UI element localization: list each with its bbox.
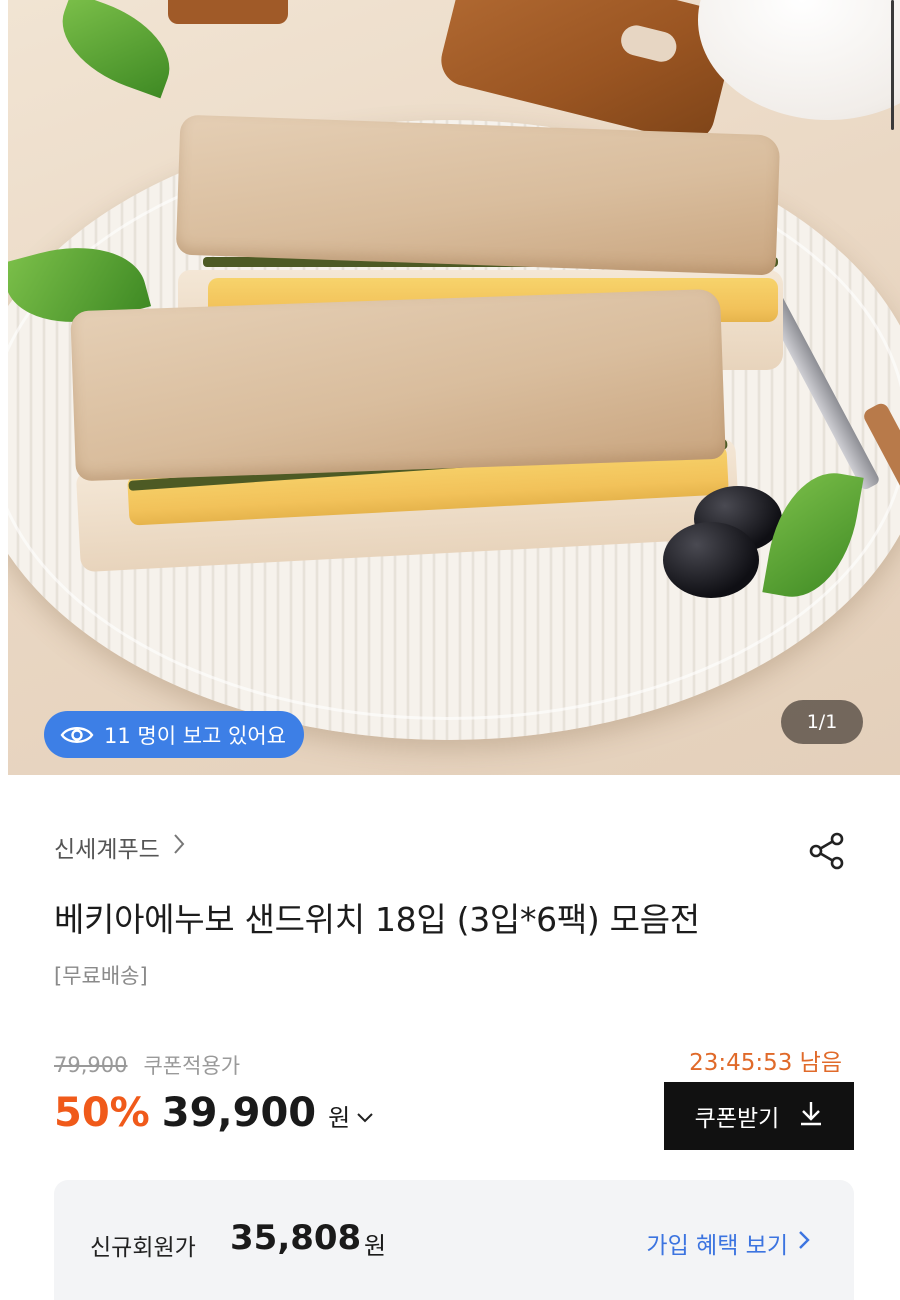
download-icon bbox=[799, 1100, 823, 1132]
share-icon bbox=[806, 832, 848, 876]
chevron-right-icon bbox=[172, 832, 186, 862]
product-image[interactable] bbox=[8, 0, 900, 775]
member-price: 35,808 bbox=[230, 1218, 362, 1258]
currency: 원 bbox=[328, 1104, 351, 1132]
countdown-timer: 23:45:53 남음 bbox=[689, 1050, 842, 1076]
member-price-currency: 원 bbox=[364, 1232, 387, 1260]
image-counter: 1/1 bbox=[781, 700, 863, 744]
original-price-row: 79,900 쿠폰적용가 bbox=[54, 1050, 240, 1080]
coupon-note: 쿠폰적용가 bbox=[143, 1054, 241, 1078]
sale-price: 39,900 bbox=[161, 1090, 317, 1136]
basil-leaf bbox=[47, 0, 185, 99]
viewers-badge: 11 명이 보고 있어요 bbox=[44, 711, 304, 758]
brand-link[interactable]: 신세계푸드 bbox=[54, 830, 186, 864]
eye-icon bbox=[60, 724, 94, 746]
scrollbar[interactable] bbox=[891, 0, 894, 130]
olive bbox=[663, 522, 759, 598]
wood-piece bbox=[168, 0, 288, 24]
original-price: 79,900 bbox=[54, 1053, 128, 1077]
share-button[interactable] bbox=[806, 830, 848, 872]
coupon-button-label: 쿠폰받기 bbox=[694, 1106, 780, 1132]
coupon-download-button[interactable]: 쿠폰받기 bbox=[664, 1082, 854, 1150]
viewers-text: 11 명이 보고 있어요 bbox=[104, 723, 286, 748]
new-member-price-box: 신규회원가 35,808 원 가입 혜택 보기 bbox=[54, 1180, 854, 1300]
product-title: 베키아에누보 샌드위치 18입 (3입*6팩) 모음전 bbox=[54, 900, 700, 939]
discount-rate: 50% bbox=[54, 1090, 150, 1136]
member-price-label: 신규회원가 bbox=[90, 1235, 196, 1261]
brand-name: 신세계푸드 bbox=[54, 837, 160, 863]
signup-benefit-link[interactable]: 가입 혜택 보기 bbox=[646, 1226, 810, 1260]
shipping-tag: [무료배송] bbox=[54, 964, 148, 988]
price-row: 50% 39,900 원 bbox=[54, 1090, 374, 1136]
bowl bbox=[698, 0, 900, 120]
price-detail-toggle[interactable]: 원 bbox=[328, 1098, 374, 1133]
chevron-down-icon bbox=[356, 1102, 374, 1130]
chevron-right-icon bbox=[798, 1230, 810, 1256]
benefit-link-label: 가입 혜택 보기 bbox=[646, 1233, 788, 1259]
